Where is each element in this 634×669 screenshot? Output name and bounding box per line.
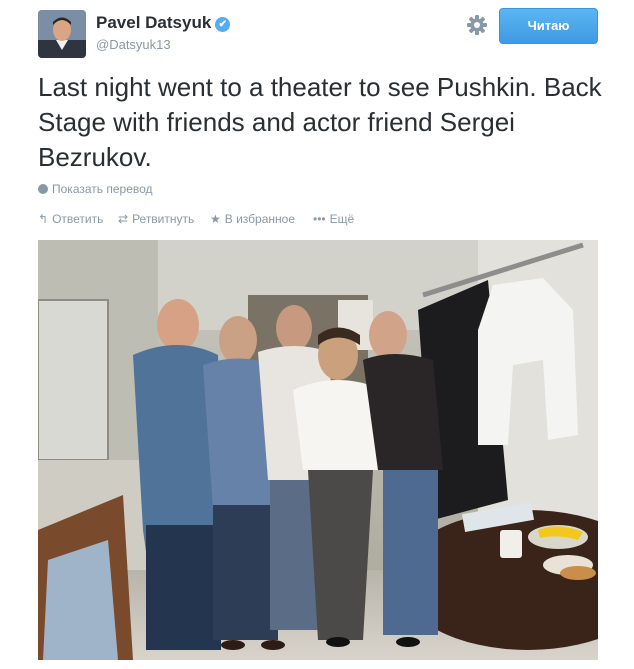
tweet-text: Last night went to a theater to see Push…: [38, 72, 602, 172]
reply-action[interactable]: ↰ Ответить: [38, 211, 103, 227]
retweet-action[interactable]: ⇄ Ретвитнуть: [118, 211, 194, 227]
globe-icon: [38, 184, 48, 194]
translate-link[interactable]: Показать перевод: [38, 182, 153, 196]
favorite-action[interactable]: ★ В избранное: [210, 211, 295, 227]
reply-icon: ↰: [38, 212, 49, 226]
user-name[interactable]: Pavel Datsyuk ✔: [96, 13, 231, 33]
translate-label[interactable]: Показать перевод: [52, 182, 153, 196]
verified-badge-icon: ✔: [215, 17, 231, 32]
retweet-label[interactable]: Ретвитнуть: [132, 212, 194, 226]
favorite-label[interactable]: В избранное: [225, 212, 295, 226]
star-icon: ★: [210, 212, 221, 226]
retweet-icon: ⇄: [118, 212, 129, 226]
gear-icon[interactable]: [466, 14, 488, 36]
avatar[interactable]: [38, 10, 86, 58]
follow-button[interactable]: Читаю: [499, 8, 598, 44]
ellipsis-icon: •••: [313, 212, 326, 226]
user-name-text[interactable]: Pavel Datsyuk: [96, 13, 211, 32]
more-action[interactable]: ••• Ещё: [313, 211, 354, 227]
more-label[interactable]: Ещё: [330, 212, 355, 226]
tweet-photo[interactable]: [38, 240, 598, 660]
user-handle[interactable]: @Datsyuk13: [96, 37, 171, 53]
reply-label[interactable]: Ответить: [52, 212, 103, 226]
